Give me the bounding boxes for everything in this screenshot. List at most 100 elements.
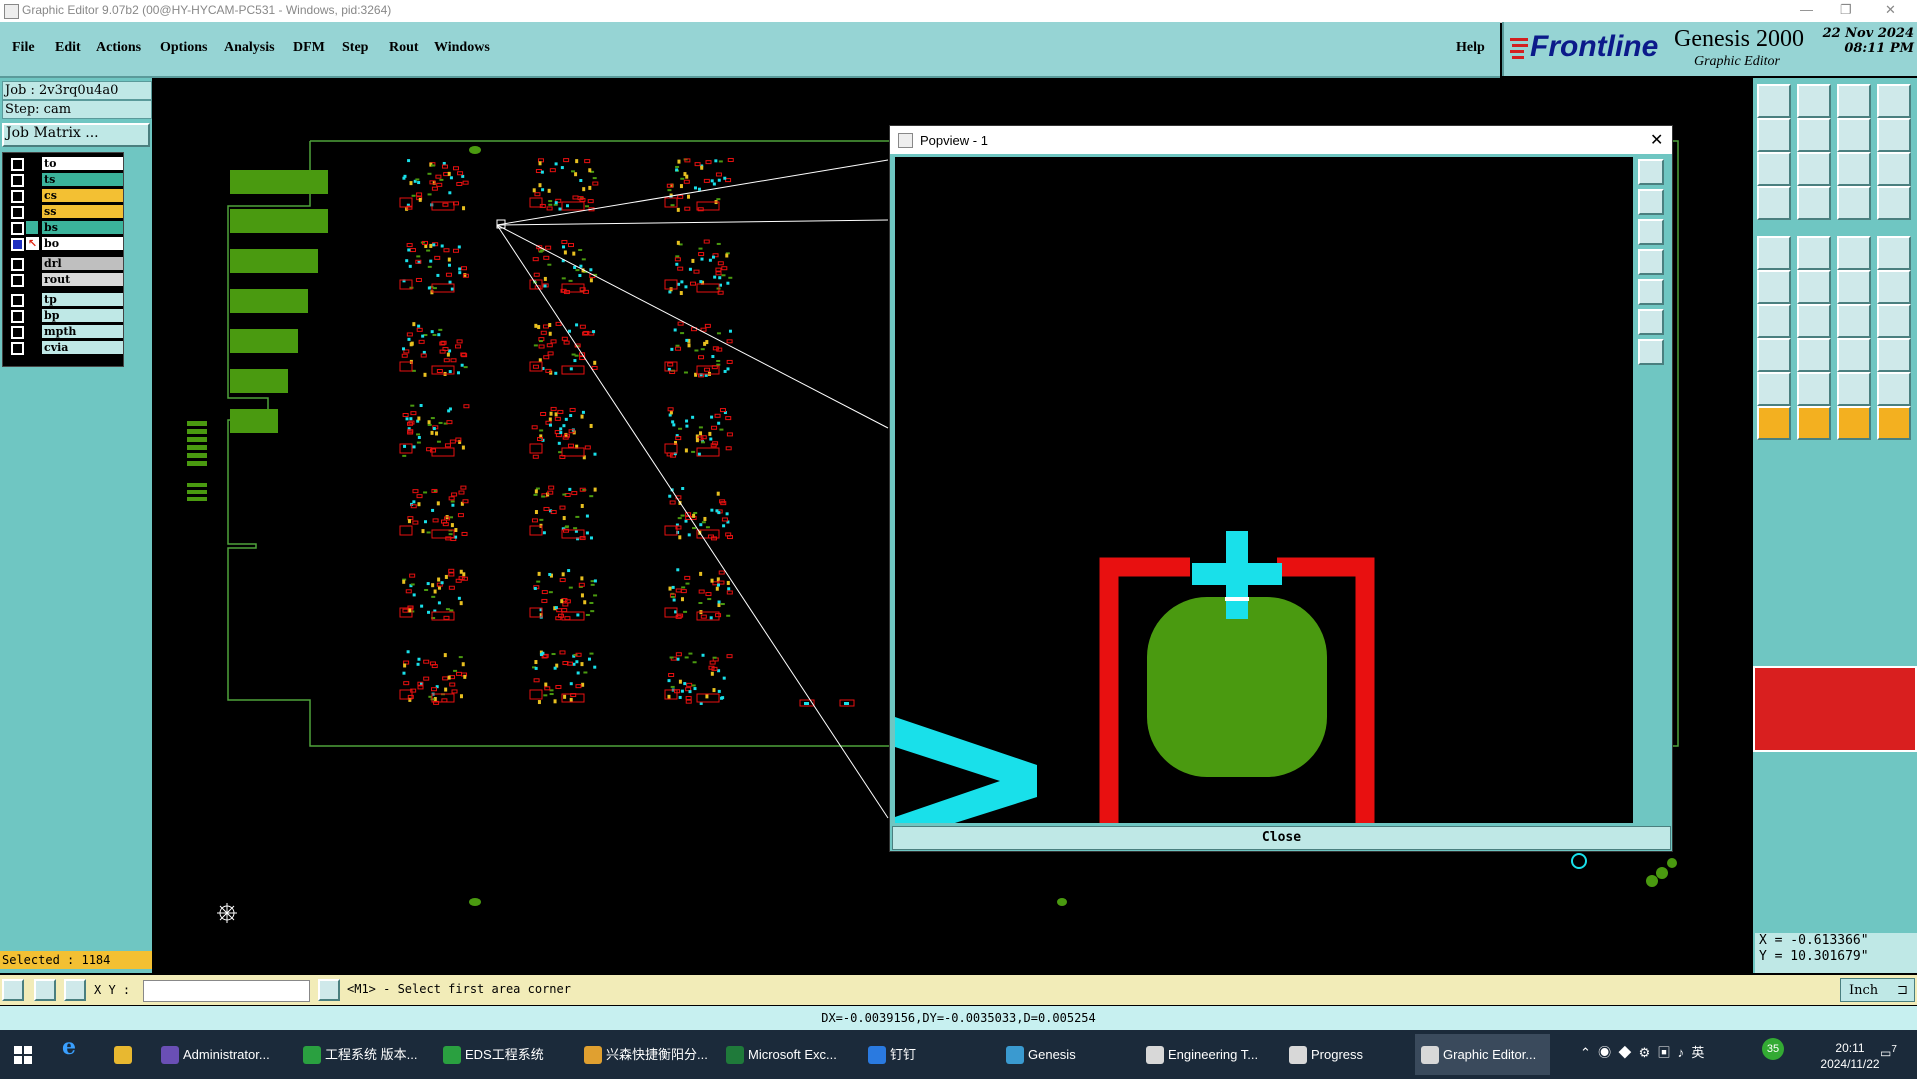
layer-checkbox[interactable]	[11, 174, 24, 187]
color-icon[interactable]	[1877, 186, 1911, 220]
fit-icon[interactable]	[1837, 118, 1871, 152]
taskbar-item[interactable]: Administrator...	[155, 1034, 290, 1075]
popview-tool-4-icon[interactable]	[1638, 249, 1664, 275]
pointer-icon[interactable]	[1757, 406, 1791, 440]
layer-checkbox[interactable]	[11, 222, 24, 235]
menu-dfm[interactable]: DFM	[293, 40, 325, 56]
layer-row-bp[interactable]: bp	[6, 309, 123, 323]
zoom-in-icon[interactable]	[1757, 118, 1791, 152]
taskbar-item[interactable]: 工程系统 版本...	[297, 1034, 432, 1075]
menu-edit[interactable]: Edit	[55, 40, 81, 56]
pointer-alt-icon[interactable]	[1837, 406, 1871, 440]
pan-icon[interactable]	[1757, 152, 1791, 186]
triangle-a-icon[interactable]	[1757, 372, 1791, 406]
line-add-icon[interactable]	[1757, 304, 1791, 338]
layer-checkbox[interactable]	[11, 258, 24, 271]
pointer-select-icon[interactable]	[1797, 406, 1831, 440]
reset-icon[interactable]	[1877, 118, 1911, 152]
popview-close-button[interactable]: Close	[892, 826, 1671, 850]
menu-rout[interactable]: Rout	[389, 40, 419, 56]
layer-row-to[interactable]: to	[6, 157, 123, 171]
units-selector[interactable]: Inch ⊐	[1840, 978, 1915, 1002]
popview-tool-1-icon[interactable]	[1638, 159, 1664, 185]
minimize-icon[interactable]: —	[1800, 2, 1813, 17]
layer-row-ss[interactable]: ss	[6, 205, 123, 219]
close-icon[interactable]: ✕	[1885, 2, 1896, 18]
move-icon[interactable]	[1837, 270, 1871, 304]
popview-tool-5-icon[interactable]	[1638, 279, 1664, 305]
clock[interactable]: 20:11 2024/11/22	[1820, 1040, 1880, 1072]
grid-icon[interactable]	[1797, 186, 1831, 220]
save-icon[interactable]	[1797, 84, 1831, 118]
popview-tool-2-icon[interactable]	[1638, 189, 1664, 215]
popview-canvas[interactable]	[895, 157, 1633, 823]
taskbar-item[interactable]: 钉钉	[862, 1034, 992, 1075]
status-tool-1-icon[interactable]	[2, 979, 24, 1001]
arc-icon[interactable]	[1837, 304, 1871, 338]
layer-checkbox[interactable]	[11, 206, 24, 219]
dot-icon[interactable]	[1877, 236, 1911, 270]
layer-row-tp[interactable]: tp	[6, 293, 123, 307]
print-icon[interactable]	[1877, 84, 1911, 118]
popview-close-icon[interactable]: ✕	[1650, 130, 1663, 150]
layer-row-mpth[interactable]: mpth	[6, 325, 123, 339]
notification-badge-icon[interactable]: 35	[1762, 1038, 1784, 1060]
triangle-b-icon[interactable]	[1797, 372, 1831, 406]
taskbar-item[interactable]: Progress	[1283, 1034, 1408, 1075]
layer-checkbox[interactable]	[11, 342, 24, 355]
popview-tool-6-icon[interactable]	[1638, 309, 1664, 335]
line-draw-icon[interactable]	[1797, 304, 1831, 338]
layer-checkbox[interactable]	[11, 274, 24, 287]
layer-checkbox[interactable]	[11, 158, 24, 171]
ratio-icon[interactable]	[1837, 152, 1871, 186]
layer-checkbox[interactable]	[11, 310, 24, 323]
layer-row-drl[interactable]: drl	[6, 257, 123, 271]
triangle-d-icon[interactable]	[1877, 372, 1911, 406]
action-center-icon[interactable]: ▭7	[1880, 1044, 1897, 1060]
status-tool-3-icon[interactable]	[64, 979, 86, 1001]
text-cursor-icon[interactable]	[318, 979, 340, 1001]
popview-tool-3-icon[interactable]	[1638, 219, 1664, 245]
shapes-icon[interactable]	[1877, 338, 1911, 372]
home-icon[interactable]	[1757, 84, 1791, 118]
help-icon[interactable]	[1877, 152, 1911, 186]
minus-icon[interactable]	[1797, 338, 1831, 372]
layer-row-rout[interactable]: rout	[6, 273, 123, 287]
taskbar-item[interactable]: 兴森快捷衡阳分...	[578, 1034, 713, 1075]
status-tool-2-icon[interactable]	[34, 979, 56, 1001]
file-explorer-icon[interactable]	[110, 1034, 140, 1075]
pointer-group-icon[interactable]	[1877, 406, 1911, 440]
popview-tool-7-icon[interactable]	[1638, 339, 1664, 365]
taskbar-item[interactable]: Graphic Editor...	[1415, 1034, 1550, 1075]
polygon-icon[interactable]	[1797, 236, 1831, 270]
layer-checkbox[interactable]	[11, 190, 24, 203]
triangle-c-icon[interactable]	[1837, 372, 1871, 406]
menu-windows[interactable]: Windows	[434, 40, 490, 56]
menu-file[interactable]: File	[12, 40, 35, 56]
center-icon[interactable]	[1797, 152, 1831, 186]
menu-actions[interactable]: Actions	[96, 40, 141, 56]
snapshot-icon[interactable]	[1757, 186, 1791, 220]
circle-select-icon[interactable]	[1757, 236, 1791, 270]
menu-analysis[interactable]: Analysis	[224, 40, 275, 56]
delete-icon[interactable]	[1797, 270, 1831, 304]
ruler-icon[interactable]	[1837, 236, 1871, 270]
layer-checkbox-checked[interactable]	[11, 238, 24, 251]
taskbar-item[interactable]: Microsoft Exc...	[720, 1034, 855, 1075]
layer-row-bs[interactable]: bs	[6, 221, 123, 235]
layer-checkbox[interactable]	[11, 326, 24, 339]
taskbar-item[interactable]: Genesis	[1000, 1034, 1130, 1075]
layers-icon[interactable]	[1837, 186, 1871, 220]
ie-icon[interactable]: e	[58, 1034, 88, 1075]
layer-row-bo[interactable]: ↖ bo	[6, 237, 123, 251]
menu-step[interactable]: Step	[342, 40, 368, 56]
select-pad-icon[interactable]	[1757, 270, 1791, 304]
start-button[interactable]	[8, 1034, 38, 1075]
layer-row-ts[interactable]: ts	[6, 173, 123, 187]
open-icon[interactable]	[1837, 84, 1871, 118]
job-matrix-button[interactable]: Job Matrix ...	[2, 123, 150, 147]
taskbar-item[interactable]: EDS工程系统	[437, 1034, 572, 1075]
arc-pad-icon[interactable]	[1877, 304, 1911, 338]
layer-checkbox[interactable]	[11, 294, 24, 307]
system-tray[interactable]: ⌃ ◉ ◆ ⚙ ▣ ♪ 英	[1580, 1042, 1704, 1061]
